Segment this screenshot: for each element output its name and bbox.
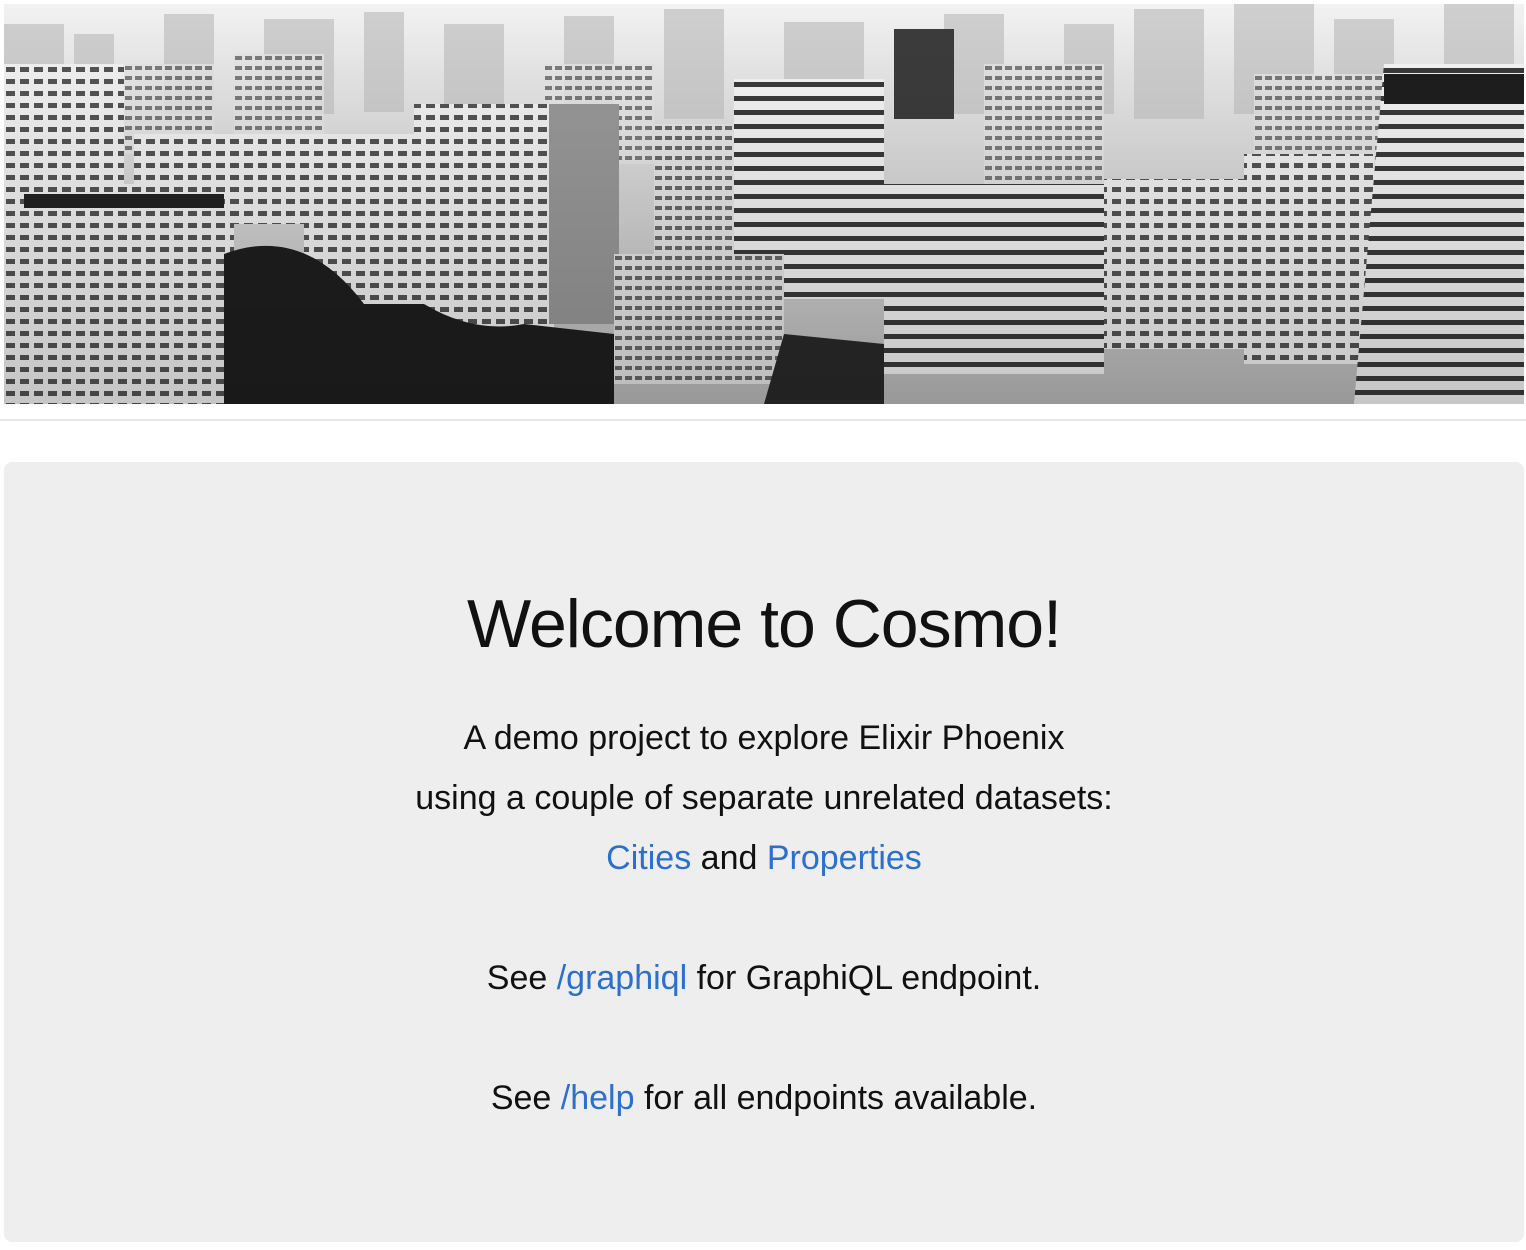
header-banner-image: [4, 4, 1524, 404]
intro-line-1: A demo project to explore Elixir Phoenix: [463, 719, 1065, 757]
graphiql-prefix: See: [486, 959, 548, 997]
page-title: Welcome to Cosmo!: [467, 586, 1062, 662]
help-line: See /help for all endpoints available.: [4, 1068, 1524, 1128]
help-suffix: for all endpoints available.: [643, 1079, 1038, 1117]
properties-link[interactable]: Properties: [767, 839, 922, 877]
datasets-line: Cities and Properties: [4, 828, 1524, 888]
intro-line-2: using a couple of separate unrelated dat…: [415, 779, 1113, 817]
cities-link[interactable]: Cities: [606, 839, 691, 877]
city-skyline-image: [4, 4, 1524, 404]
graphiql-link[interactable]: /graphiql: [557, 959, 687, 997]
and-text: and: [700, 839, 758, 877]
welcome-jumbotron: Welcome to Cosmo! A demo project to expl…: [4, 462, 1524, 1242]
graphiql-line: See /graphiql for GraphiQL endpoint.: [4, 948, 1524, 1008]
header-divider: [0, 419, 1526, 421]
help-prefix: See: [490, 1079, 552, 1117]
graphiql-suffix: for GraphiQL endpoint.: [696, 959, 1042, 997]
help-link[interactable]: /help: [561, 1079, 635, 1117]
